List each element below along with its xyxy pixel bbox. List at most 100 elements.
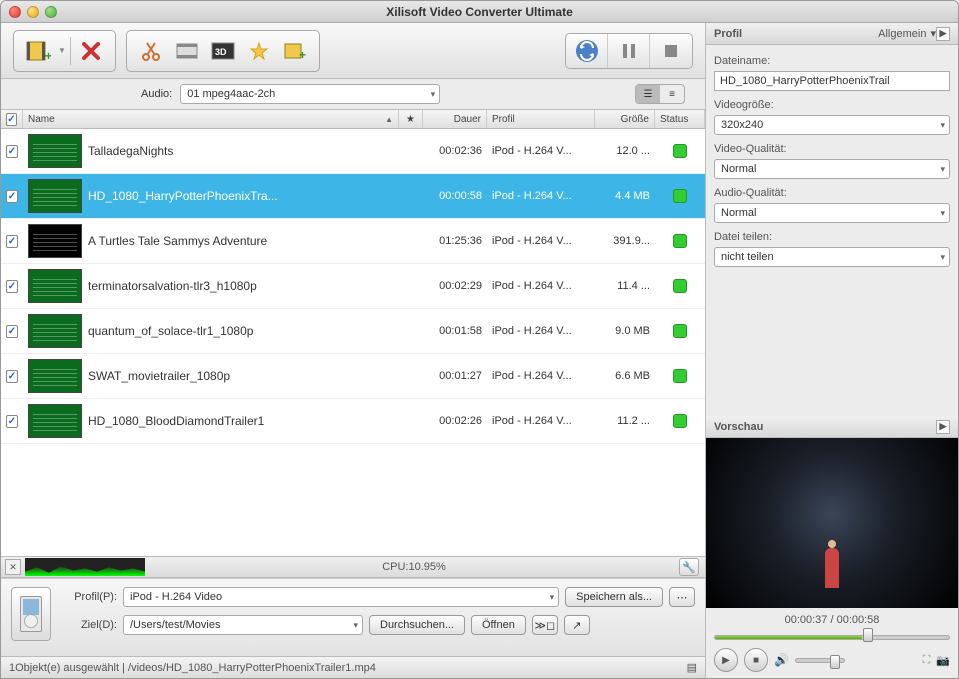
table-row[interactable]: ✓HD_1080_BloodDiamondTrailer100:02:26iPo…	[1, 399, 705, 444]
row-profile: iPod - H.264 V...	[487, 325, 595, 337]
row-size: 391.9...	[595, 235, 655, 247]
profile-label: Profil(P):	[61, 591, 117, 603]
row-profile: iPod - H.264 V...	[487, 415, 595, 427]
side-title-profile: Profil	[714, 28, 742, 40]
row-profile: iPod - H.264 V...	[487, 280, 595, 292]
toolbar: + ▼ 3D	[1, 23, 705, 79]
row-profile: iPod - H.264 V...	[487, 145, 595, 157]
row-size: 11.2 ...	[595, 415, 655, 427]
window-title: Xilisoft Video Converter Ultimate	[1, 5, 958, 19]
delete-button[interactable]	[75, 37, 107, 65]
table-row[interactable]: ✓ terminatorsalvation-tlr3_h1080p00:02:29…	[1, 264, 705, 309]
dest-select[interactable]: /Users/test/Movies	[123, 615, 363, 635]
save-as-button[interactable]: Speichern als...	[565, 587, 663, 607]
stop-button[interactable]	[650, 34, 692, 68]
svg-text:3D: 3D	[215, 47, 227, 57]
row-name: HD_1080_BloodDiamondTrailer1	[83, 414, 423, 428]
field-dateiname[interactable]: HD_1080_HarryPotterPhoenixTrail	[714, 71, 950, 91]
report-icon[interactable]: ▤	[687, 661, 697, 674]
list-view-button[interactable]: ☰	[636, 85, 660, 103]
row-duration: 00:00:58	[423, 190, 487, 202]
cpu-graph	[25, 558, 145, 576]
header-profile[interactable]: Profil	[487, 110, 595, 128]
table-row[interactable]: ✓SWAT_movietrailer_1080p00:01:27iPod - H…	[1, 354, 705, 399]
row-checkbox[interactable]: ✓	[6, 280, 18, 293]
cpu-close-button[interactable]: ✕	[5, 559, 21, 575]
effects-button[interactable]	[243, 37, 275, 65]
row-name: A Turtles Tale Sammys Adventure	[83, 234, 423, 248]
profile-options-button[interactable]: ⋯	[669, 587, 695, 607]
header-check[interactable]: ✓	[1, 110, 23, 128]
row-thumbnail	[28, 404, 82, 438]
row-checkbox[interactable]: ✓	[6, 235, 18, 248]
settings-button[interactable]: 🔧	[679, 558, 699, 576]
3d-button[interactable]: 3D	[207, 37, 239, 65]
header-size[interactable]: Größe	[595, 110, 655, 128]
titlebar: Xilisoft Video Converter Ultimate	[1, 1, 958, 23]
row-status	[673, 414, 687, 428]
row-name: quantum_of_solace-tlr1_1080p	[83, 324, 423, 338]
open-button[interactable]: Öffnen	[471, 615, 526, 635]
stop-preview-button[interactable]: ■	[744, 648, 768, 672]
select-datei-teilen[interactable]: nicht teilen	[714, 247, 950, 267]
row-thumbnail	[28, 134, 82, 168]
row-size: 4.4 MB	[595, 190, 655, 202]
compact-view-button[interactable]: ≡	[660, 85, 684, 103]
select-videogroesse[interactable]: 320x240	[714, 115, 950, 135]
row-size: 11.4 ...	[595, 280, 655, 292]
table-row[interactable]: ✓HD_1080_HarryPotterPhoenixTra...00:00:5…	[1, 174, 705, 219]
fullscreen-icon[interactable]: ⛶	[923, 654, 931, 667]
edit-button[interactable]	[171, 37, 203, 65]
play-button[interactable]: ▶	[714, 648, 738, 672]
snapshot-icon[interactable]: 📷	[936, 654, 950, 667]
browse-button[interactable]: Durchsuchen...	[369, 615, 465, 635]
volume-slider[interactable]	[795, 658, 845, 663]
row-duration: 00:01:58	[423, 325, 487, 337]
label-dateiname: Dateiname:	[714, 55, 950, 67]
select-video-quality[interactable]: Normal	[714, 159, 950, 179]
cut-button[interactable]	[135, 37, 167, 65]
cpu-label: CPU:10.95%	[149, 561, 679, 573]
preview-collapse-button[interactable]: ▶	[936, 420, 950, 434]
row-profile: iPod - H.264 V...	[487, 370, 595, 382]
select-audio-quality[interactable]: Normal	[714, 203, 950, 223]
row-thumbnail	[28, 269, 82, 303]
header-duration[interactable]: Dauer	[423, 110, 487, 128]
row-status	[673, 369, 687, 383]
device-icon[interactable]	[11, 587, 51, 641]
preview-area	[706, 438, 958, 608]
convert-button[interactable]	[566, 34, 608, 68]
side-collapse-button[interactable]: ▶	[936, 27, 950, 41]
row-checkbox[interactable]: ✓	[6, 190, 18, 203]
add-file-button[interactable]: +	[22, 37, 54, 65]
status-text: 1Objekt(e) ausgewählt | /videos/HD_1080_…	[9, 662, 376, 674]
volume-icon: 🔊	[774, 653, 789, 667]
table-row[interactable]: ✓TalladegaNights00:02:36iPod - H.264 V..…	[1, 129, 705, 174]
row-checkbox[interactable]: ✓	[6, 325, 18, 338]
header-status[interactable]: Status	[655, 110, 705, 128]
table-row[interactable]: ✓A Turtles Tale Sammys Adventure01:25:36…	[1, 219, 705, 264]
add-output-button[interactable]: +	[279, 37, 311, 65]
table-header: ✓ Name ★ Dauer Profil Größe Status	[1, 109, 705, 129]
header-star[interactable]: ★	[399, 110, 423, 128]
pause-button[interactable]	[608, 34, 650, 68]
svg-text:+: +	[45, 49, 51, 62]
side-tab-allgemein[interactable]: Allgemein▾	[878, 27, 936, 40]
file-list: ✓TalladegaNights00:02:36iPod - H.264 V..…	[1, 129, 705, 556]
audio-select[interactable]: 01 mpeg4aac-2ch	[180, 84, 440, 104]
upload-button[interactable]: ≫◻	[532, 615, 558, 635]
row-duration: 00:02:29	[423, 280, 487, 292]
row-checkbox[interactable]: ✓	[6, 415, 18, 428]
row-name: terminatorsalvation-tlr3_h1080p	[83, 279, 423, 293]
preview-slider[interactable]	[714, 632, 950, 642]
slider-thumb[interactable]	[863, 628, 873, 642]
table-row[interactable]: ✓ quantum_of_solace-tlr1_1080p00:01:58iPo…	[1, 309, 705, 354]
dest-label: Ziel(D):	[61, 619, 117, 631]
row-thumbnail	[28, 359, 82, 393]
profile-select[interactable]: iPod - H.264 Video	[123, 587, 559, 607]
row-checkbox[interactable]: ✓	[6, 370, 18, 383]
export-button[interactable]: ↗	[564, 615, 590, 635]
row-status	[673, 189, 687, 203]
header-name[interactable]: Name	[23, 110, 399, 128]
row-checkbox[interactable]: ✓	[6, 145, 18, 158]
